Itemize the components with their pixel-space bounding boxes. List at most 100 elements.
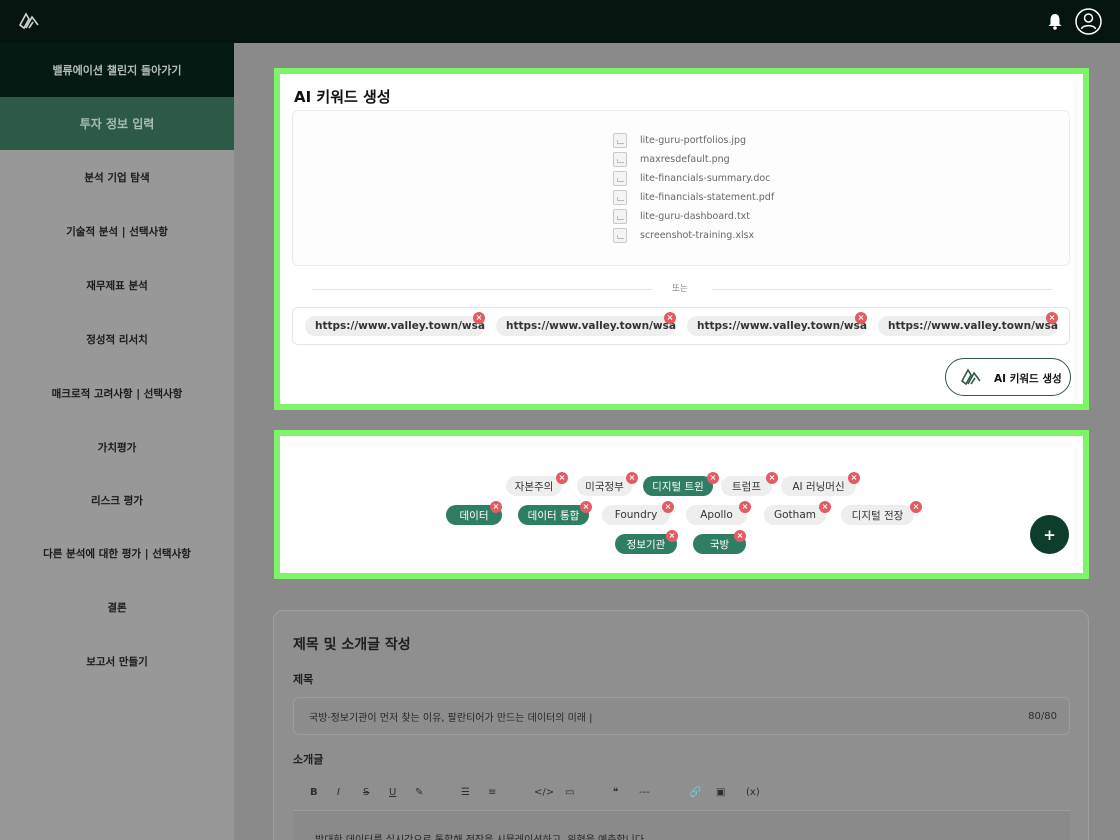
file-name: lite-guru-dashboard.txt: [640, 210, 751, 222]
user-avatar-icon[interactable]: [1075, 8, 1102, 35]
remove-url-icon[interactable]: ×: [1046, 312, 1058, 324]
or-divider: 또는: [292, 282, 1070, 296]
title-label: 제목: [293, 673, 314, 686]
variable-icon[interactable]: (x): [746, 787, 760, 798]
horizontal-rule-icon[interactable]: ---: [639, 787, 650, 798]
title-char-count: 80/80: [1028, 711, 1057, 722]
divider-line: [312, 289, 652, 290]
pdf-file-icon: [613, 189, 627, 205]
keyword-chip[interactable]: 자본주의: [506, 476, 562, 496]
file-item[interactable]: lite-financials-summary.doc: [613, 169, 770, 187]
sidebar-item-other-evaluation[interactable]: 다른 분석에 대한 평가 | 선택사항: [0, 526, 234, 580]
remove-keyword-icon[interactable]: ×: [490, 501, 502, 513]
title-input-value: 국방·정보기관이 먼저 찾는 이유, 팔란티어가 만드는 데이터의 미래 |: [309, 712, 593, 724]
code-icon[interactable]: </>: [534, 787, 554, 798]
intro-editor-text: 방대한 데이터를 실시간으로 통합해 전장을 시뮬레이션하고, 위협을 예측합니…: [315, 831, 647, 840]
image-file-icon: [613, 151, 627, 167]
keywords-card: 자본주의 × 미국정부 × 디지털 트윈 × 트럼프 × AI 러닝머신 × 데…: [274, 430, 1089, 579]
remove-keyword-icon[interactable]: ×: [707, 472, 719, 484]
remove-keyword-icon[interactable]: ×: [766, 472, 778, 484]
form-heading: 제목 및 소개글 작성: [293, 637, 411, 653]
remove-url-icon[interactable]: ×: [664, 312, 676, 324]
file-item[interactable]: lite-financials-statement.pdf: [613, 188, 774, 206]
spreadsheet-file-icon: [613, 227, 627, 243]
remove-keyword-icon[interactable]: ×: [819, 501, 831, 513]
keyword-chip-selected[interactable]: 데이터 통합: [518, 505, 589, 525]
ai-keyword-card-title: AI 키워드 생성: [294, 88, 391, 106]
sidebar-item-macro[interactable]: 매크로적 고려사항 | 선택사항: [0, 366, 234, 420]
strikethrough-icon[interactable]: S: [363, 787, 369, 798]
ai-keyword-generate-button[interactable]: AI 키워드 생성: [945, 358, 1071, 396]
file-name: screenshot-training.xlsx: [640, 229, 755, 241]
remove-url-icon[interactable]: ×: [855, 312, 867, 324]
file-item[interactable]: lite-guru-dashboard.txt: [613, 207, 750, 225]
sidebar-item-company-search[interactable]: 분석 기업 탐색: [0, 150, 234, 204]
file-item[interactable]: maxresdefault.png: [613, 150, 730, 168]
highlight-pen-icon[interactable]: ✎: [415, 787, 423, 798]
remove-keyword-icon[interactable]: ×: [556, 472, 568, 484]
numbered-list-icon[interactable]: ≡: [488, 787, 496, 798]
url-chip[interactable]: https://www.valley.town/wsaj...: [496, 316, 676, 336]
sidebar-back-to-challenge[interactable]: 밸류에이션 챌린지 돌아가기: [0, 43, 234, 97]
bold-icon[interactable]: B: [310, 787, 318, 798]
title-intro-card: 제목 및 소개글 작성 제목 국방·정보기관이 먼저 찾는 이유, 팔란티어가 …: [273, 610, 1089, 840]
keyword-chip[interactable]: AI 러닝머신: [781, 476, 856, 496]
file-item[interactable]: screenshot-training.xlsx: [613, 226, 754, 244]
divider-line: [712, 289, 1052, 290]
remove-keyword-icon[interactable]: ×: [734, 530, 746, 542]
remove-keyword-icon[interactable]: ×: [626, 472, 638, 484]
intro-editor[interactable]: 방대한 데이터를 실시간으로 통합해 전장을 시뮬레이션하고, 위협을 예측합니…: [293, 811, 1070, 840]
file-item[interactable]: lite-guru-portfolios.jpg: [613, 131, 746, 149]
url-chip[interactable]: https://www.valley.town/wsaj...: [687, 316, 867, 336]
underline-icon[interactable]: U: [389, 787, 396, 798]
url-chip[interactable]: https://www.valley.town/wsaj...: [305, 316, 485, 336]
brand-logo-icon: [960, 368, 981, 386]
text-file-icon: [613, 208, 627, 224]
italic-icon[interactable]: I: [337, 787, 340, 798]
remove-keyword-icon[interactable]: ×: [910, 501, 922, 513]
brand-logo-icon[interactable]: [18, 11, 40, 31]
ai-keyword-card: AI 키워드 생성 lite-guru-portfolios.jpg maxre…: [274, 68, 1089, 410]
url-list: https://www.valley.town/wsaj... × https:…: [292, 307, 1070, 345]
remove-keyword-icon[interactable]: ×: [580, 501, 592, 513]
add-keyword-button[interactable]: +: [1030, 515, 1069, 554]
keyword-chip[interactable]: 미국정부: [577, 476, 632, 496]
sidebar-item-investment-info[interactable]: 투자 정보 입력: [0, 97, 234, 150]
url-chip[interactable]: https://www.valley.town/wsaj...: [878, 316, 1058, 336]
remove-url-icon[interactable]: ×: [473, 312, 485, 324]
sidebar-item-report[interactable]: 보고서 만들기: [0, 634, 234, 688]
keyword-chip[interactable]: Foundry: [602, 505, 670, 525]
sidebar-item-technical-analysis[interactable]: 기술적 분석 | 선택사항: [0, 204, 234, 258]
sidebar-item-valuation[interactable]: 가치평가: [0, 420, 234, 474]
sidebar-item-risk[interactable]: 리스크 평가: [0, 473, 234, 527]
editor-toolbar: B I S U ✎ ☰ ≡ </> ▭ ❝ --- 🔗 ▣ (x): [293, 781, 1070, 811]
file-list: lite-guru-portfolios.jpg maxresdefault.p…: [292, 110, 1070, 266]
or-text: 또는: [672, 284, 688, 294]
intro-label: 소개글: [293, 753, 324, 766]
sidebar-item-conclusion[interactable]: 결론: [0, 580, 234, 634]
sidebar-item-financial-statements[interactable]: 재무제표 분석: [0, 258, 234, 312]
title-input[interactable]: 국방·정보기관이 먼저 찾는 이유, 팔란티어가 만드는 데이터의 미래 | 8…: [293, 697, 1070, 735]
generate-button-label: AI 키워드 생성: [994, 373, 1062, 385]
keyword-chip[interactable]: Gotham: [764, 505, 826, 525]
remove-keyword-icon[interactable]: ×: [739, 501, 751, 513]
link-icon[interactable]: 🔗: [689, 787, 701, 798]
remove-keyword-icon[interactable]: ×: [666, 530, 678, 542]
remove-keyword-icon[interactable]: ×: [662, 501, 674, 513]
keyword-chip[interactable]: Apollo: [686, 505, 747, 525]
image-file-icon: [613, 132, 627, 148]
bullet-list-icon[interactable]: ☰: [461, 787, 470, 798]
image-icon[interactable]: ▣: [716, 787, 725, 798]
remove-keyword-icon[interactable]: ×: [848, 472, 860, 484]
sidebar: 밸류에이션 챌린지 돌아가기 투자 정보 입력 분석 기업 탐색 기술적 분석 …: [0, 43, 234, 840]
code-block-icon[interactable]: ▭: [565, 787, 574, 798]
file-name: lite-financials-summary.doc: [640, 172, 771, 184]
document-file-icon: [613, 170, 627, 186]
bell-icon[interactable]: [1047, 13, 1063, 30]
sidebar-item-qualitative-research[interactable]: 정성적 리서치: [0, 312, 234, 366]
quote-icon[interactable]: ❝: [613, 787, 618, 798]
keyword-chip[interactable]: 트럼프: [721, 476, 772, 496]
keyword-chip[interactable]: 디지털 전장: [841, 505, 914, 525]
keyword-chip-selected[interactable]: 디지털 트윈: [643, 476, 713, 496]
top-bar: [0, 0, 1120, 43]
